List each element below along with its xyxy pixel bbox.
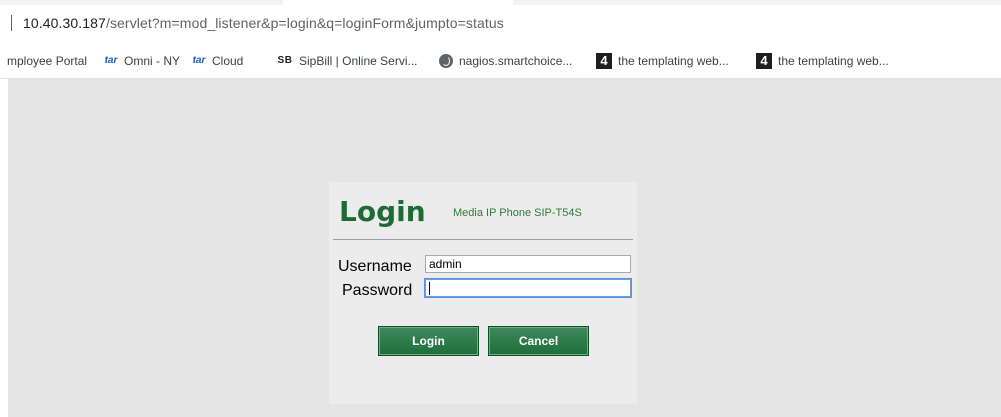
page-content: Login Media IP Phone SIP-T54S Username P…	[8, 79, 1001, 417]
globe-icon	[439, 54, 453, 68]
text-cursor	[429, 282, 430, 295]
address-bar-divider	[11, 15, 12, 31]
bookmark-templating-web-1[interactable]: 4 the templating web...	[596, 53, 729, 69]
url-path: /servlet?m=mod_listener&p=login&q=loginF…	[105, 15, 504, 31]
username-label: Username	[338, 258, 412, 275]
bookmark-label: mployee Portal	[7, 54, 88, 68]
login-panel: Login Media IP Phone SIP-T54S Username P…	[329, 182, 637, 404]
bookmark-nagios[interactable]: nagios.smartchoice...	[439, 53, 572, 69]
bookmark-employee-portal[interactable]: mployee Portal	[7, 53, 87, 69]
bookmark-label: SipBill | Online Servi...	[299, 54, 418, 68]
bookmark-omni-ny[interactable]: tar Omni - NY	[104, 53, 180, 69]
cancel-button[interactable]: Cancel	[488, 326, 589, 356]
password-input[interactable]	[425, 279, 631, 297]
divider	[333, 239, 633, 240]
bookmark-templating-web-2[interactable]: 4 the templating web...	[756, 53, 889, 69]
device-model-label: Media IP Phone SIP-T54S	[453, 207, 582, 219]
bookmark-label: Omni - NY	[124, 54, 181, 68]
bookmark-cloud[interactable]: tar Cloud	[192, 53, 244, 69]
tar-icon: tar	[104, 55, 118, 66]
bookmark-label: nagios.smartchoice...	[459, 54, 573, 68]
username-input[interactable]	[425, 255, 631, 273]
address-bar: 10.40.30.187/servlet?m=mod_listener&p=lo…	[0, 0, 1001, 44]
four-icon: 4	[596, 53, 612, 69]
bookmark-label: the templating web...	[778, 54, 889, 68]
url-field[interactable]: 10.40.30.187/servlet?m=mod_listener&p=lo…	[23, 15, 504, 31]
url-host: 10.40.30.187	[23, 15, 106, 31]
tab-strip	[0, 0, 283, 5]
tar-icon: tar	[192, 55, 206, 66]
tab-strip	[513, 0, 1001, 5]
bookmark-sipbill[interactable]: SB SipBill | Online Servi...	[277, 53, 418, 69]
bookmark-label: the templating web...	[618, 54, 729, 68]
sb-icon: SB	[277, 55, 293, 66]
password-label: Password	[342, 282, 413, 299]
four-icon: 4	[756, 53, 772, 69]
login-title: Login	[339, 195, 426, 228]
login-button[interactable]: Login	[378, 326, 479, 356]
bookmark-label: Cloud	[212, 54, 244, 68]
bookmarks-bar: mployee Portal tar Omni - NY tar Cloud S…	[0, 44, 1001, 79]
